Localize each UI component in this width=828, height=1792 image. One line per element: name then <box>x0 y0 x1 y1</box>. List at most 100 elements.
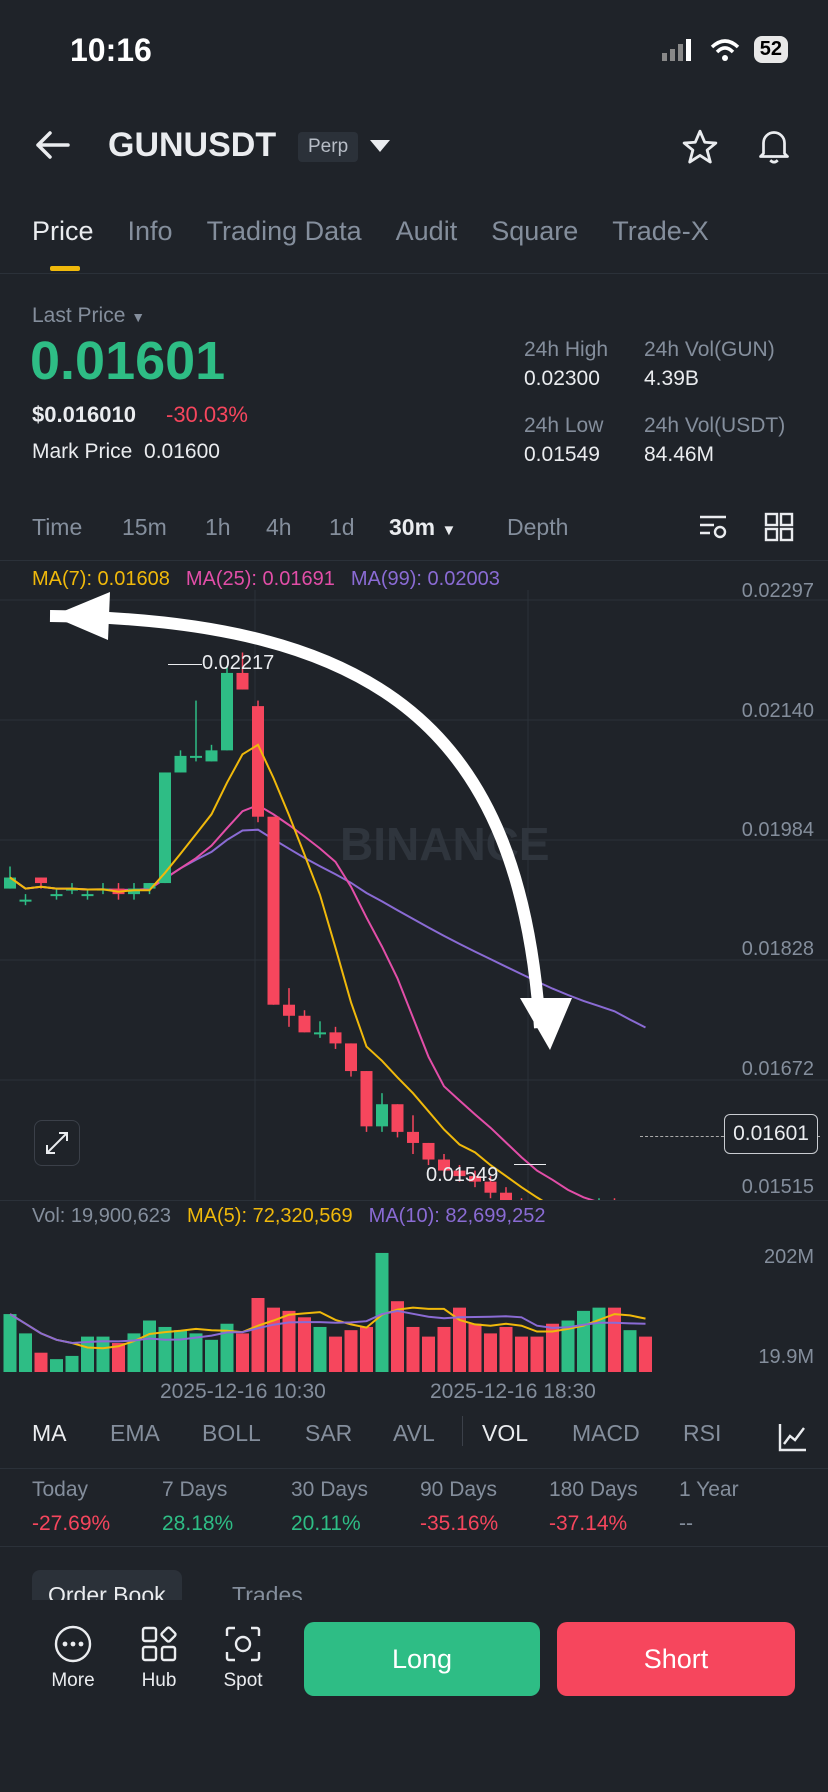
ma7-value: MA(7): 0.01608 <box>32 568 170 590</box>
volume-bar <box>484 1333 497 1372</box>
tab-audit[interactable]: Audit <box>396 216 458 247</box>
interval-1d[interactable]: 1d <box>329 514 355 541</box>
volume-bar <box>189 1333 203 1372</box>
tab-trades[interactable]: Trades <box>232 1582 303 1600</box>
vol-usdt-label: 24h Vol(USDT) <box>644 414 786 437</box>
indicator-ma[interactable]: MA <box>32 1420 67 1447</box>
interval-30m[interactable]: 30m ▼ <box>389 514 456 541</box>
volume-bar <box>329 1336 342 1372</box>
nav-hub[interactable]: Hub <box>124 1624 194 1692</box>
interval-1h[interactable]: 1h <box>205 514 231 541</box>
volume-chart <box>3 1252 652 1372</box>
candle <box>174 755 187 773</box>
candle <box>376 1104 388 1127</box>
price-axis-3: 0.01984 <box>741 819 814 841</box>
low-marker-line <box>514 1164 546 1165</box>
star-icon[interactable] <box>680 128 720 166</box>
ma-legend: MA(7): 0.01608 MA(25): 0.01691 MA(99): 0… <box>32 568 500 591</box>
perf-label-30d: 30 Days <box>291 1478 369 1501</box>
indicator-avl[interactable]: AVL <box>393 1420 435 1447</box>
long-button[interactable]: Long <box>304 1622 540 1696</box>
indicator-divider-line <box>0 1468 828 1469</box>
tab-square[interactable]: Square <box>491 216 578 247</box>
high-value: 0.02300 <box>524 367 600 390</box>
volume-bar <box>282 1310 296 1372</box>
ma25-value: MA(25): 0.01691 <box>185 568 335 590</box>
interval-4h[interactable]: 4h <box>266 514 292 541</box>
perf-value-today: -27.69% <box>32 1512 111 1535</box>
perf-value-7d: 28.18% <box>162 1512 234 1535</box>
wifi-icon <box>710 38 739 61</box>
contract-type-badge: Perp <box>298 132 359 162</box>
candle <box>50 894 63 897</box>
vol-ma5: MA(5): 72,320,569 <box>187 1205 353 1227</box>
more-icon <box>54 1625 92 1663</box>
tab-order-book[interactable]: Order Book <box>32 1570 182 1600</box>
ma7-line <box>9 743 544 1200</box>
grid-layout-icon[interactable] <box>764 512 794 542</box>
pair-dropdown-icon[interactable] <box>370 140 390 154</box>
candle <box>236 672 249 690</box>
interval-time[interactable]: Time <box>32 514 82 541</box>
indicator-macd[interactable]: MACD <box>572 1420 640 1447</box>
indicator-ema[interactable]: EMA <box>110 1420 160 1447</box>
candle <box>298 1015 311 1033</box>
book-tabs: Order Book Trades <box>32 1570 412 1600</box>
short-button[interactable]: Short <box>557 1622 795 1696</box>
candle <box>500 1192 512 1200</box>
nav-more-label: More <box>51 1670 95 1691</box>
watermark: BINANCE <box>340 818 550 870</box>
volume-bar <box>236 1333 249 1372</box>
candle <box>205 750 218 762</box>
back-arrow-icon[interactable] <box>34 130 72 160</box>
high-label: 24h High <box>524 338 609 361</box>
current-price-tag: 0.01601 <box>724 1114 818 1154</box>
volume-axis-top: 202M <box>763 1246 814 1268</box>
tabs-divider <box>0 273 828 274</box>
volume-bar <box>65 1355 79 1372</box>
perf-label-1y: 1 Year <box>679 1478 739 1501</box>
pair-title[interactable]: GUNUSDT <box>108 126 276 165</box>
volume-bar <box>530 1336 544 1372</box>
time-axis-2: 2025-12-16 18:30 <box>430 1380 596 1403</box>
indicator-vol[interactable]: VOL <box>482 1420 528 1447</box>
indicator-settings-icon[interactable] <box>778 1422 808 1452</box>
interval-depth[interactable]: Depth <box>507 514 568 541</box>
status-icons: 52 <box>661 36 788 63</box>
vol-gun-value: 4.39B <box>644 367 699 390</box>
tab-trading-data[interactable]: Trading Data <box>207 216 362 247</box>
high-marker-line <box>168 664 202 665</box>
volume-bar <box>251 1297 265 1372</box>
candle <box>391 1104 404 1132</box>
chart-settings-icon[interactable] <box>698 512 728 542</box>
volume-legend: Vol: 19,900,623 MA(5): 72,320,569 MA(10)… <box>32 1205 545 1228</box>
candle <box>267 816 280 1005</box>
tab-trade-x[interactable]: Trade-X <box>612 216 709 247</box>
perf-label-today: Today <box>32 1478 89 1501</box>
candle <box>81 894 94 897</box>
hub-icon <box>141 1626 177 1662</box>
nav-spot[interactable]: Spot <box>208 1624 278 1692</box>
price-chart[interactable]: BINANCE <box>0 590 828 1200</box>
candle <box>190 755 202 758</box>
nav-more[interactable]: More <box>38 1624 108 1692</box>
price-axis-5: 0.01672 <box>741 1058 814 1080</box>
fullscreen-button[interactable] <box>34 1120 80 1166</box>
bell-icon[interactable] <box>756 126 792 166</box>
price-change: -30.03% <box>166 402 248 427</box>
volume-bar <box>608 1307 621 1372</box>
perf-label-7d: 7 Days <box>162 1478 228 1501</box>
interval-15m[interactable]: 15m <box>122 514 167 541</box>
last-price-label[interactable]: Last Price ▼ <box>32 304 145 328</box>
candle <box>422 1142 435 1160</box>
indicator-rsi[interactable]: RSI <box>683 1420 721 1447</box>
chart-grid <box>0 590 828 1200</box>
candle <box>283 1004 295 1016</box>
volume-bar <box>406 1326 420 1372</box>
tab-info[interactable]: Info <box>128 216 173 247</box>
indicator-sar[interactable]: SAR <box>305 1420 352 1447</box>
tab-price[interactable]: Price <box>32 216 94 247</box>
nav-hub-label: Hub <box>141 1670 177 1691</box>
volume-bar <box>468 1323 482 1372</box>
indicator-boll[interactable]: BOLL <box>202 1420 261 1447</box>
